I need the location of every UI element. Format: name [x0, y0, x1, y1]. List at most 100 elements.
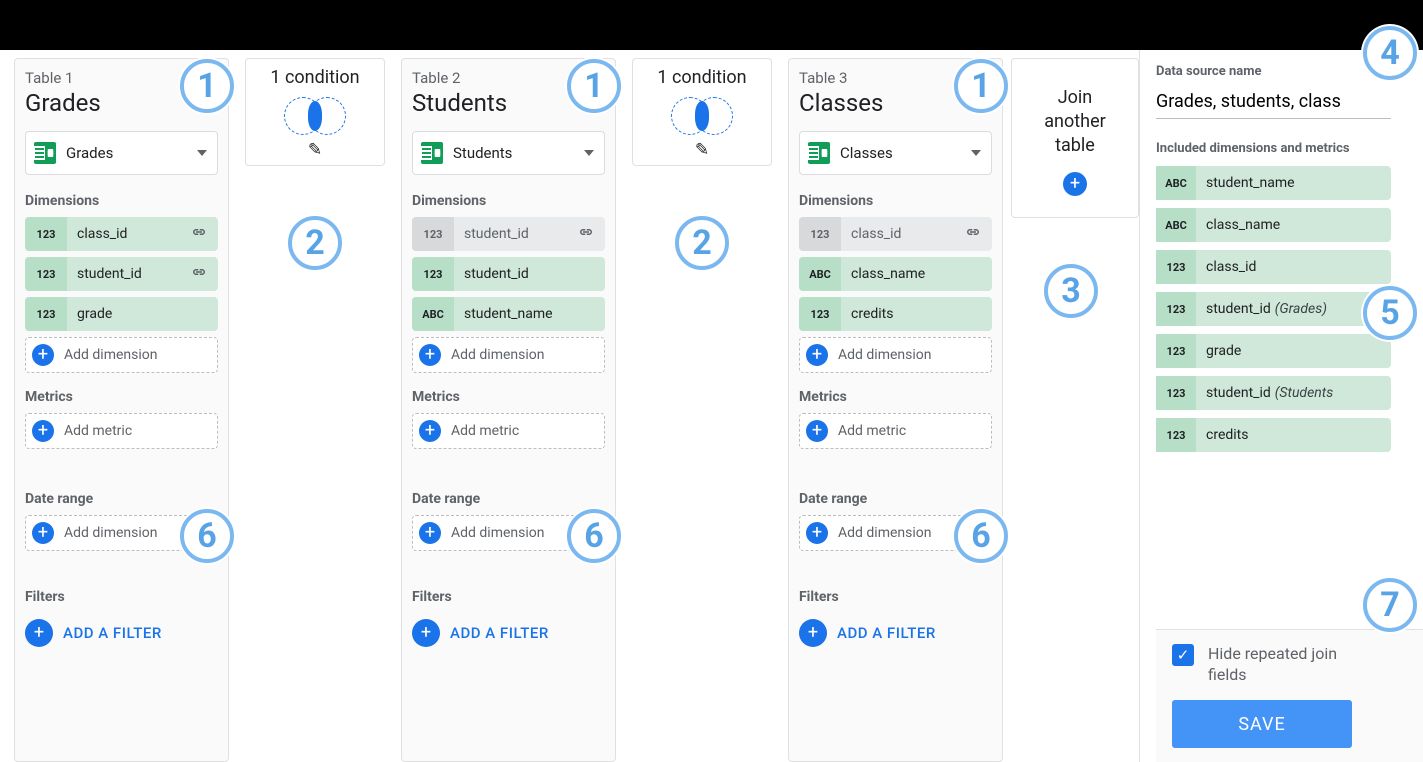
field-type-badge: 123 [25, 297, 67, 331]
field-label: class_name [1196, 217, 1280, 233]
browser-tab-strip [0, 0, 1423, 50]
table-name: Students [412, 89, 605, 117]
sheets-icon [34, 142, 56, 164]
add-metric-button[interactable]: + Add metric [412, 413, 605, 449]
edit-icon: ✎ [633, 140, 771, 160]
field-type-badge: 123 [1156, 250, 1196, 284]
metrics-heading: Metrics [25, 389, 218, 405]
included-field-pill[interactable]: 123 class_id [1156, 250, 1391, 284]
date-range-heading: Date range [25, 491, 218, 507]
table-source-select[interactable]: Students [412, 131, 605, 175]
chevron-down-icon [197, 150, 207, 156]
add-date-range-button[interactable]: + Add dimension [799, 515, 992, 551]
field-label: student_name [454, 306, 605, 322]
table-card-students: 1 6 Table 2 Students Students Dimensions… [401, 58, 616, 762]
field-label: class_id [841, 226, 964, 242]
dimension-pill[interactable]: 123 credits [799, 297, 992, 331]
dimension-pill[interactable]: 123 class_id [799, 217, 992, 251]
callout-2: 2 [675, 216, 729, 270]
join-another-table-button[interactable]: Joinanothertable + [1011, 58, 1139, 218]
table-source-label: Students [453, 144, 584, 162]
field-label: class_name [841, 266, 992, 282]
table-number-label: Table 1 [25, 69, 218, 87]
dimension-pill[interactable]: 123 class_id [25, 217, 218, 251]
plus-icon: + [32, 522, 54, 544]
edit-icon: ✎ [246, 140, 384, 160]
add-metric-button[interactable]: + Add metric [25, 413, 218, 449]
field-type-badge: 123 [1156, 292, 1196, 326]
dimension-pill[interactable]: 123 grade [25, 297, 218, 331]
table-source-select[interactable]: Classes [799, 131, 992, 175]
field-type-badge: ABC [799, 257, 841, 291]
plus-icon: + [1063, 172, 1087, 196]
dimension-pill[interactable]: ABC student_name [412, 297, 605, 331]
field-label: student_id [454, 266, 605, 282]
table-card-grades: 1 6 Table 1 Grades Grades Dimensions 123… [14, 58, 229, 762]
included-field-pill[interactable]: 123 student_id(Grades) [1156, 292, 1391, 326]
data-source-name-label: Data source name [1156, 64, 1423, 79]
add-filter-button[interactable]: + ADD A FILTER [412, 613, 605, 653]
callout-2: 2 [288, 216, 342, 270]
dimension-pill[interactable]: 123 student_id [412, 257, 605, 291]
venn-icon [633, 94, 771, 138]
field-label: student_id [454, 226, 577, 242]
add-dimension-button[interactable]: + Add dimension [799, 337, 992, 373]
plus-icon: + [32, 344, 54, 366]
field-label: grade [1196, 343, 1241, 359]
field-label: student_id(Students [1196, 385, 1333, 401]
date-range-heading: Date range [799, 491, 992, 507]
venn-icon [246, 94, 384, 138]
field-type-badge: ABC [1156, 166, 1196, 200]
join-condition-title: 1 condition [246, 67, 384, 88]
dimension-pill[interactable]: 123 student_id [412, 217, 605, 251]
field-type-badge: ABC [412, 297, 454, 331]
hide-repeated-checkbox[interactable]: ✓ [1172, 644, 1194, 666]
add-filter-button[interactable]: + ADD A FILTER [799, 613, 992, 653]
field-label: class_id [1196, 259, 1256, 275]
link-icon [577, 225, 595, 239]
field-label: student_id [67, 266, 190, 282]
plus-icon: + [419, 420, 441, 442]
plus-icon: + [806, 420, 828, 442]
link-icon [964, 225, 982, 239]
included-field-pill[interactable]: ABC class_name [1156, 208, 1391, 242]
join-condition-card[interactable]: 1 condition ✎ [245, 58, 385, 166]
included-field-pill[interactable]: 123 credits [1156, 418, 1391, 452]
dimension-pill[interactable]: ABC class_name [799, 257, 992, 291]
add-dimension-button[interactable]: + Add dimension [412, 337, 605, 373]
callout-3: 3 [1044, 264, 1098, 318]
add-date-range-button[interactable]: + Add dimension [412, 515, 605, 551]
right-panel: Data source name Included dimensions and… [1139, 50, 1423, 762]
dimensions-heading: Dimensions [25, 193, 218, 209]
table-name: Classes [799, 89, 992, 117]
add-filter-button[interactable]: + ADD A FILTER [25, 613, 218, 653]
field-type-badge: 123 [799, 217, 841, 251]
field-type-badge: 123 [1156, 376, 1196, 410]
field-type-badge: 123 [412, 257, 454, 291]
table-source-label: Classes [840, 144, 971, 162]
sheets-icon [808, 142, 830, 164]
dimensions-heading: Dimensions [799, 193, 992, 209]
join-condition-title: 1 condition [633, 67, 771, 88]
field-label: class_id [67, 226, 190, 242]
sheets-icon [421, 142, 443, 164]
plus-icon: + [412, 619, 440, 647]
plus-icon: + [419, 344, 441, 366]
included-field-pill[interactable]: 123 grade [1156, 334, 1391, 368]
add-metric-button[interactable]: + Add metric [799, 413, 992, 449]
add-date-range-button[interactable]: + Add dimension [25, 515, 218, 551]
filters-heading: Filters [799, 589, 992, 605]
join-condition-card[interactable]: 1 condition ✎ [632, 58, 772, 166]
join-another-label: Joinanothertable [1044, 86, 1105, 159]
save-button[interactable]: SAVE [1172, 700, 1352, 748]
field-label: credits [1196, 427, 1248, 443]
field-label: credits [841, 306, 992, 322]
table-source-select[interactable]: Grades [25, 131, 218, 175]
included-field-pill[interactable]: 123 student_id(Students [1156, 376, 1391, 410]
dimension-pill[interactable]: 123 student_id [25, 257, 218, 291]
data-source-name-input[interactable] [1156, 85, 1391, 119]
field-type-badge: 123 [1156, 418, 1196, 452]
table-source-label: Grades [66, 144, 197, 162]
add-dimension-button[interactable]: + Add dimension [25, 337, 218, 373]
included-field-pill[interactable]: ABC student_name [1156, 166, 1391, 200]
